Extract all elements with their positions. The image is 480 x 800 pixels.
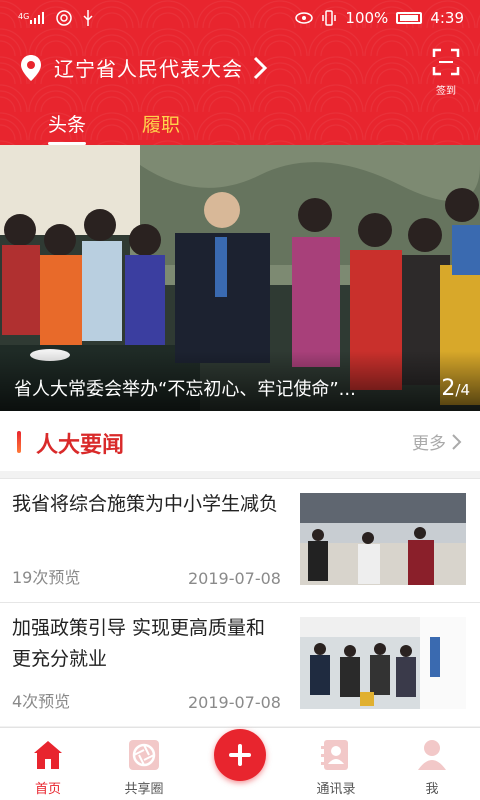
banner-current-page: 2 — [441, 376, 456, 401]
chevron-right-icon — [452, 433, 462, 450]
nav-share-circle-label: 共享圈 — [124, 782, 164, 797]
section-accent-bar — [17, 431, 21, 453]
banner-carousel[interactable]: 省人大常委会举办“不忘初心、牢记使命”... 2/4 — [0, 145, 480, 411]
news-item[interactable]: 我省将综合施策为中小学生减负 19次预览 2019-07-08 — [0, 478, 480, 602]
chevron-right-icon — [253, 56, 267, 79]
nav-contacts-label: 通讯录 — [316, 782, 356, 797]
location-selector[interactable]: 辽宁省人民代表大会 — [20, 53, 267, 82]
shutter-icon — [129, 740, 159, 770]
vibrate-icon — [322, 10, 337, 26]
news-item[interactable]: 加强政策引导 实现更高质量和更充分就业 4次预览 2019-07-08 — [0, 602, 480, 726]
location-name: 辽宁省人民代表大会 — [54, 57, 243, 81]
scan-icon — [432, 48, 460, 76]
more-label: 更多 — [412, 434, 446, 454]
contacts-icon — [321, 740, 348, 770]
tab-headlines[interactable]: 头条 — [48, 110, 87, 145]
news-views: 19次预览 — [12, 568, 81, 587]
nav-me[interactable]: 我 — [392, 734, 472, 797]
home-icon — [34, 741, 62, 769]
user-icon — [418, 740, 446, 770]
news-title: 我省将综合施策为中小学生减负 — [12, 493, 279, 515]
news-title: 加强政策引导 实现更高质量和更充分就业 — [12, 617, 266, 670]
news-date: 2019-07-08 — [188, 569, 281, 588]
location-pin-icon — [21, 54, 41, 81]
hotspot-icon — [56, 10, 73, 26]
usb-icon — [83, 10, 93, 26]
banner-page-indicator: 2/4 — [441, 376, 470, 401]
section-title: 人大要闻 — [36, 433, 125, 458]
tab-duties[interactable]: 履职 — [142, 110, 180, 143]
top-tabs: 头条 履职 — [48, 110, 180, 145]
more-link[interactable]: 更多 — [412, 429, 462, 454]
checkin-button[interactable]: 签到 — [430, 48, 462, 97]
banner-total-pages: /4 — [455, 381, 470, 399]
nav-home-label: 首页 — [34, 782, 61, 797]
battery-percent: 100% — [345, 9, 389, 27]
nav-share-circle[interactable]: 共享圈 — [104, 734, 184, 797]
news-date: 2019-07-08 — [188, 693, 281, 712]
network-type-label: 4G — [18, 12, 30, 21]
eye-icon — [295, 12, 314, 24]
nav-me-label: 我 — [425, 782, 439, 797]
nav-home[interactable]: 首页 — [8, 734, 88, 797]
header: 4G 100% 4:39 辽宁省人民代表大会 签到 头条 履职 — [0, 0, 480, 145]
banner-title: 省人大常委会举办“不忘初心、牢记使命”... — [14, 379, 356, 400]
news-views: 4次预览 — [12, 692, 71, 711]
news-section-header: 人大要闻 更多 — [0, 411, 480, 471]
checkin-label: 签到 — [436, 86, 456, 97]
battery-icon — [396, 12, 423, 24]
clock: 4:39 — [430, 9, 464, 27]
signal-icon: 4G — [18, 12, 46, 24]
add-button[interactable] — [214, 729, 266, 781]
banner-caption-overlay: 省人大常委会举办“不忘初心、牢记使命”... 2/4 — [0, 351, 480, 411]
news-thumbnail — [300, 493, 466, 585]
nav-contacts[interactable]: 通讯录 — [296, 734, 376, 797]
news-thumbnail — [300, 617, 466, 709]
status-bar: 4G 100% 4:39 — [0, 0, 480, 38]
